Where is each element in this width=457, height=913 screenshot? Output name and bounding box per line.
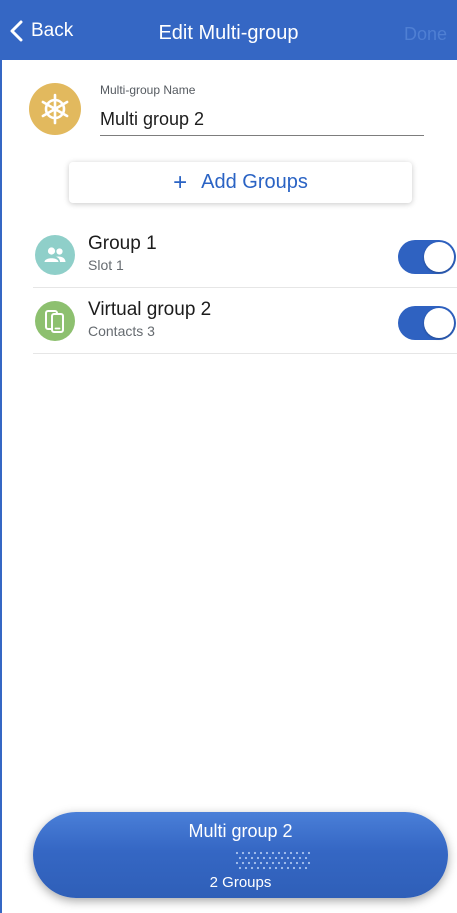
group-title: Virtual group 2 bbox=[88, 299, 212, 320]
left-edge-bar bbox=[0, 0, 2, 913]
group-enabled-toggle[interactable] bbox=[398, 306, 456, 340]
helm-wheel-icon bbox=[29, 83, 81, 135]
bottom-bar-subtitle: 2 Groups bbox=[209, 874, 272, 891]
group-title: Group 1 bbox=[88, 233, 157, 254]
group-subtitle: Contacts 3 bbox=[88, 323, 155, 339]
nav-bar: Back Edit Multi-group Done bbox=[0, 0, 457, 60]
people-icon bbox=[35, 235, 75, 275]
devices-icon bbox=[35, 301, 75, 341]
multigroup-name-input[interactable] bbox=[100, 104, 424, 136]
drag-handle-icon bbox=[235, 851, 311, 870]
name-field-label: Multi-group Name bbox=[100, 83, 196, 97]
bottom-bar-title: Multi group 2 bbox=[188, 821, 293, 841]
page-title: Edit Multi-group bbox=[158, 22, 299, 44]
done-button[interactable]: Done bbox=[404, 24, 447, 45]
group-row[interactable]: Group 1 Slot 1 bbox=[33, 222, 457, 288]
plus-icon: + bbox=[173, 168, 188, 196]
add-groups-label: Add Groups bbox=[201, 171, 308, 193]
group-enabled-toggle[interactable] bbox=[398, 240, 456, 274]
multigroup-bottom-bar[interactable]: Multi group 2 2 Groups bbox=[33, 812, 448, 898]
group-subtitle: Slot 1 bbox=[88, 257, 124, 273]
group-row[interactable]: Virtual group 2 Contacts 3 bbox=[33, 288, 457, 354]
add-groups-button[interactable]: + Add Groups bbox=[69, 162, 412, 203]
